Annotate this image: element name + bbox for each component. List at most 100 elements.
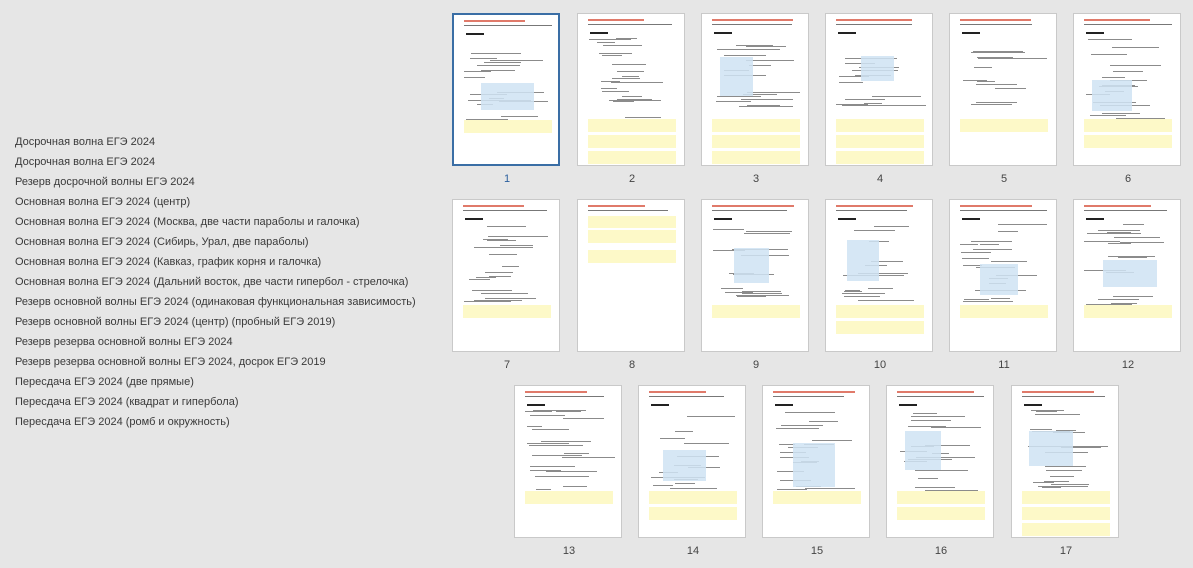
page-preview[interactable] — [1073, 199, 1181, 352]
text-line — [481, 293, 528, 294]
answer-highlight — [712, 305, 800, 318]
text-line — [962, 258, 989, 259]
text-line — [1042, 487, 1061, 488]
page-number: 9 — [752, 359, 760, 371]
text-line — [781, 425, 823, 426]
answer-highlight — [464, 120, 552, 133]
answer-highlight — [1084, 119, 1172, 132]
text-line — [844, 291, 862, 292]
page-number: 4 — [876, 173, 884, 185]
answer-highlight — [1084, 135, 1172, 148]
text-line — [588, 210, 668, 211]
page-preview[interactable] — [1073, 13, 1181, 166]
text-line — [588, 205, 645, 207]
page-preview[interactable] — [452, 199, 560, 352]
text-line — [1090, 115, 1126, 116]
text-line — [474, 247, 504, 248]
answer-highlight — [588, 135, 676, 148]
page-preview[interactable] — [949, 13, 1057, 166]
text-line — [500, 245, 533, 246]
text-line — [1121, 242, 1164, 243]
page-preview[interactable] — [514, 385, 622, 538]
text-line — [961, 252, 991, 253]
page-preview[interactable] — [701, 13, 809, 166]
text-line — [649, 391, 706, 393]
text-line — [836, 24, 912, 25]
page-preview[interactable] — [825, 199, 933, 352]
text-line — [1086, 218, 1104, 220]
text-line — [872, 96, 921, 97]
text-line — [1050, 476, 1074, 477]
text-line — [597, 42, 615, 43]
page-preview[interactable] — [825, 13, 933, 166]
text-line — [734, 55, 764, 56]
text-line — [805, 488, 855, 489]
graph-sketch — [663, 450, 706, 481]
text-line — [977, 81, 995, 82]
text-line — [741, 99, 788, 100]
text-line — [1110, 65, 1161, 66]
text-line — [532, 429, 552, 430]
text-line — [463, 210, 547, 211]
text-line — [864, 103, 882, 104]
text-line — [714, 218, 732, 220]
page-preview[interactable] — [577, 13, 685, 166]
text-line — [1123, 224, 1144, 225]
page-number: 11 — [998, 359, 1010, 371]
text-line — [527, 404, 545, 406]
text-line — [973, 51, 1018, 52]
page-preview[interactable] — [1011, 385, 1119, 538]
page-number: 8 — [628, 359, 636, 371]
page-preview[interactable] — [701, 199, 809, 352]
text-line — [588, 19, 644, 21]
text-line — [530, 415, 565, 416]
text-line — [971, 52, 1025, 53]
text-line — [476, 277, 496, 278]
text-line — [487, 226, 526, 227]
page-preview[interactable] — [949, 199, 1057, 352]
text-line — [602, 55, 622, 56]
answer-highlight — [588, 230, 676, 243]
text-line — [963, 80, 987, 81]
text-line — [533, 445, 583, 446]
text-line — [836, 210, 907, 211]
page-preview[interactable] — [577, 199, 685, 352]
text-line — [1024, 404, 1042, 406]
text-line — [1113, 296, 1153, 297]
text-line — [976, 102, 1017, 103]
text-line — [463, 205, 524, 207]
text-line — [502, 236, 548, 237]
text-line — [470, 58, 497, 59]
answer-highlight — [1022, 523, 1110, 536]
text-line — [809, 421, 838, 422]
page-preview[interactable] — [638, 385, 746, 538]
text-line — [899, 404, 917, 406]
text-line — [717, 96, 761, 97]
text-line — [1098, 299, 1139, 300]
text-line — [1022, 396, 1105, 397]
text-line — [736, 45, 773, 46]
page-number: 14 — [686, 545, 700, 557]
text-line — [599, 53, 632, 54]
text-line — [773, 391, 855, 393]
text-line — [489, 276, 511, 277]
answer-highlight — [897, 491, 985, 504]
answer-highlight — [836, 135, 924, 148]
page-preview[interactable] — [452, 13, 560, 166]
text-line — [502, 247, 533, 248]
text-line — [1091, 54, 1127, 55]
text-line — [603, 45, 642, 46]
text-line — [472, 290, 512, 291]
answer-highlight — [588, 216, 676, 228]
text-line — [915, 470, 968, 471]
page-preview[interactable] — [886, 385, 994, 538]
text-line — [675, 483, 695, 484]
text-line — [1022, 391, 1094, 393]
answer-highlight — [897, 507, 985, 520]
text-line — [995, 88, 1026, 89]
text-line — [998, 224, 1047, 225]
page-preview[interactable] — [762, 385, 870, 538]
text-line — [1051, 484, 1089, 485]
text-line — [1088, 39, 1132, 40]
text-line — [464, 25, 552, 26]
